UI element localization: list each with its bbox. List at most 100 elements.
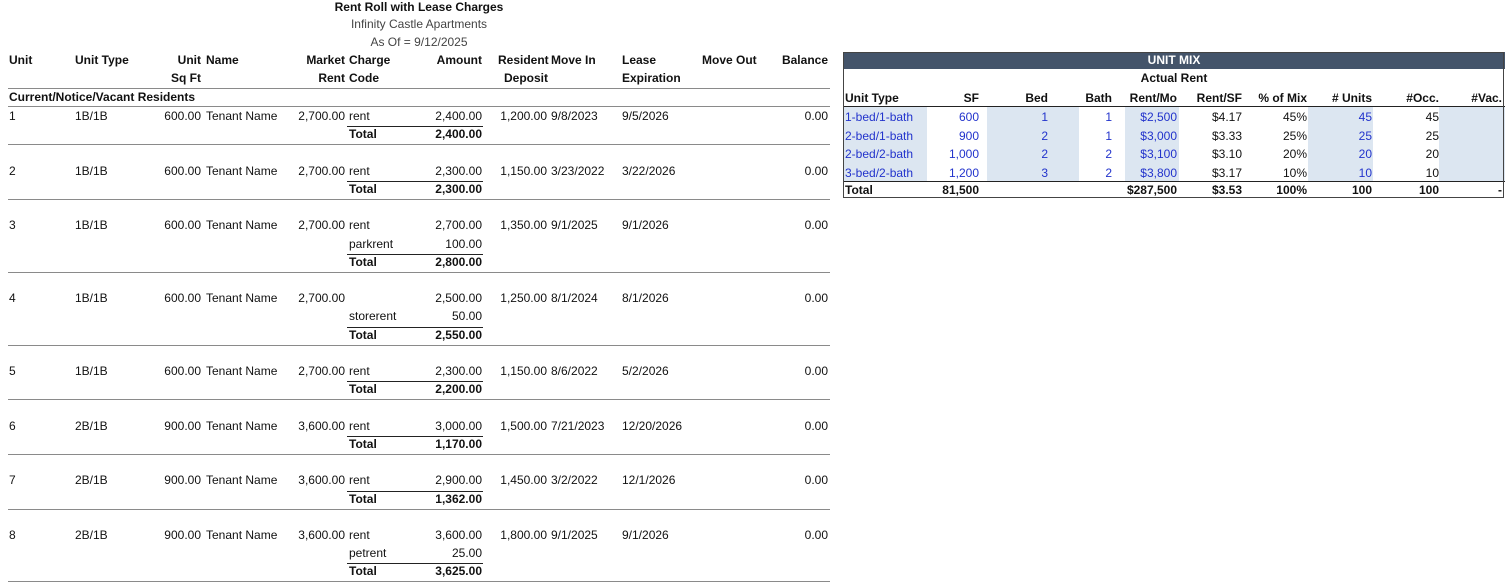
- unit-number: 6: [9, 419, 16, 433]
- balance: 0.00: [804, 419, 828, 433]
- unit-mix-cell: 25%: [1282, 129, 1307, 143]
- unit-mix-col-header: SF: [963, 91, 979, 105]
- total-amount: 2,400.00: [435, 127, 482, 141]
- unit-type: 1B/1B: [75, 218, 108, 232]
- total-label: Total: [349, 255, 377, 269]
- unit-mix-cell: 2: [1041, 147, 1048, 161]
- header-sqft-line2: Sq Ft: [171, 71, 201, 85]
- unit-mix-cell: $3.17: [1211, 166, 1242, 180]
- unit-mix-cell: 45%: [1282, 110, 1307, 124]
- unit-sqft: 600.00: [164, 109, 201, 123]
- unit-mix-cell: 10%: [1282, 166, 1307, 180]
- unit-mix-col-header: % of Mix: [1258, 91, 1307, 105]
- resident-deposit: 1,200.00: [500, 109, 547, 123]
- section-divider: [8, 106, 830, 107]
- move-in-date: 9/8/2023: [551, 109, 598, 123]
- total-amount: 2,550.00: [435, 328, 482, 342]
- total-amount: 3,625.00: [435, 564, 482, 578]
- resident-deposit: 1,350.00: [500, 218, 547, 232]
- unit-sqft: 600.00: [164, 364, 201, 378]
- resident-deposit: 1,450.00: [500, 473, 547, 487]
- tenant-name: Tenant Name: [206, 364, 278, 378]
- move-in-date: 3/23/2022: [551, 164, 605, 178]
- header-deposit-line1: Resident: [498, 53, 549, 67]
- charge-code: rent: [349, 419, 370, 433]
- unit-mix-total-cell: 100: [1418, 183, 1439, 197]
- unit-mix-cell: 2: [1105, 147, 1112, 161]
- lease-expiration: 12/20/2026: [622, 419, 683, 433]
- market-rent: 2,700.00: [298, 364, 345, 378]
- total-label: Total: [349, 437, 377, 451]
- unit-mix-col-header: #Occ.: [1406, 91, 1439, 105]
- unit-sqft: 900.00: [164, 473, 201, 487]
- header-divider: [8, 88, 830, 89]
- unit-mix-cell: 900: [958, 129, 979, 143]
- unit-mix-cell: 1: [1105, 129, 1112, 143]
- resident-deposit: 1,800.00: [500, 528, 547, 542]
- tenant-name: Tenant Name: [206, 528, 278, 542]
- unit-mix-table: UNIT MIX Actual Rent Unit Type SF Bed Bath R…: [843, 52, 1505, 199]
- unit-mix-cell: $4.17: [1211, 110, 1242, 124]
- header-market-line2: Rent: [318, 71, 345, 85]
- unit-mix-subtitle: Actual Rent: [1140, 71, 1208, 85]
- header-charge-line2: Code: [349, 71, 379, 85]
- total-amount: 2,300.00: [435, 182, 482, 196]
- unit-mix-total-cell: -: [1498, 183, 1502, 197]
- resident-deposit: 1,250.00: [500, 291, 547, 305]
- market-rent: 2,700.00: [298, 291, 345, 305]
- unit-mix-col-header: Bed: [1025, 91, 1048, 105]
- unit-mix-total-cell: 100: [1351, 183, 1372, 197]
- header-unit: Unit: [9, 53, 33, 67]
- unit-sqft: 900.00: [164, 528, 201, 542]
- unit-number: 2: [9, 164, 16, 178]
- charge-amount: 2,500.00: [435, 291, 482, 305]
- unit-type: 2B/1B: [75, 419, 108, 433]
- unit-number: 3: [9, 218, 16, 232]
- unit-sqft: 600.00: [164, 218, 201, 232]
- tenant-name: Tenant Name: [206, 473, 278, 487]
- lease-expiration: 3/22/2026: [622, 164, 676, 178]
- charge-amount: 25.00: [451, 546, 482, 560]
- unit-type: 1B/1B: [75, 164, 108, 178]
- unit-mix-cell: 45: [1358, 110, 1372, 124]
- unit-type: 2B/1B: [75, 473, 108, 487]
- charge-amount: 2,400.00: [435, 109, 482, 123]
- total-label: Total: [349, 127, 377, 141]
- charge-code: petrent: [349, 546, 387, 560]
- move-in-date: 8/6/2022: [551, 364, 598, 378]
- charge-amount: 50.00: [451, 309, 482, 323]
- charge-code: parkrent: [349, 237, 394, 251]
- tenant-name: Tenant Name: [206, 218, 278, 232]
- resident-deposit: 1,500.00: [500, 419, 547, 433]
- unit-mix-col-header: # Units: [1331, 91, 1372, 105]
- row-divider: [8, 454, 830, 455]
- charge-code: rent: [349, 364, 370, 378]
- unit-mix-total-cell: [983, 181, 1048, 199]
- unit-mix-cell: 2: [1041, 129, 1048, 143]
- total-label: Total: [349, 564, 377, 578]
- row-divider: [8, 509, 830, 510]
- row-divider: [8, 272, 830, 273]
- unit-mix-cell: $3,800: [1140, 166, 1177, 180]
- unit-number: 5: [9, 364, 16, 378]
- unit-mix-cell: 20%: [1282, 147, 1307, 161]
- move-in-date: 3/2/2022: [551, 473, 598, 487]
- header-balance: Balance: [781, 53, 828, 67]
- charge-amount: 100.00: [445, 237, 482, 251]
- move-in-date: 8/1/2024: [551, 291, 598, 305]
- unit-mix-cell: 20: [1358, 147, 1372, 161]
- market-rent: 2,700.00: [298, 218, 345, 232]
- unit-mix-cell: 10: [1425, 166, 1439, 180]
- resident-deposit: 1,150.00: [500, 364, 547, 378]
- unit-mix-total-cell: [1048, 181, 1112, 199]
- market-rent: 3,600.00: [298, 473, 345, 487]
- unit-number: 7: [9, 473, 16, 487]
- unit-mix-cell: $3.10: [1211, 147, 1242, 161]
- unit-mix-cell: 25: [1358, 129, 1372, 143]
- header-unit-type: Unit Type: [75, 53, 129, 67]
- total-amount: 2,800.00: [435, 255, 482, 269]
- unit-mix-cell: [1439, 127, 1502, 145]
- header-sqft-line1: Unit: [177, 53, 201, 67]
- unit-type: 1B/1B: [75, 109, 108, 123]
- balance: 0.00: [804, 109, 828, 123]
